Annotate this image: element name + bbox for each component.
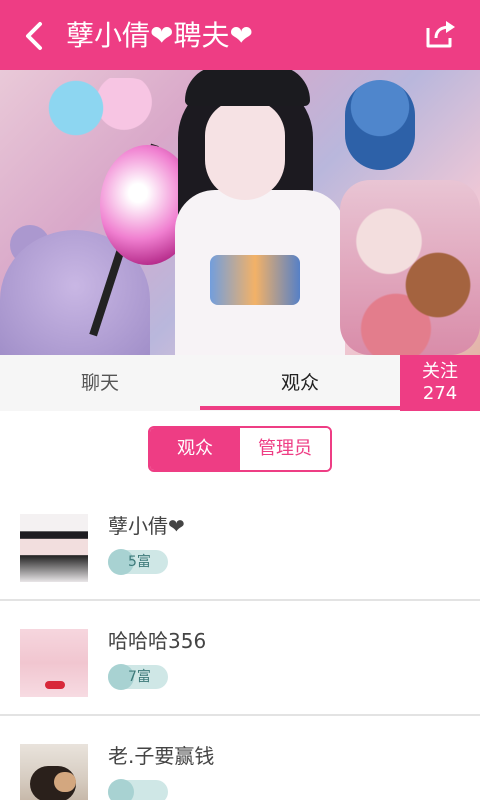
rank-badge: 7富 xyxy=(108,664,168,690)
tab-active-indicator xyxy=(200,406,400,410)
username: 老.子要赢钱 xyxy=(108,744,215,768)
top-bar: 孽小倩❤聘夫❤ xyxy=(0,0,480,70)
avatar xyxy=(20,629,88,697)
audience-segment-control: 观众 管理员 xyxy=(148,426,332,472)
page-title: 孽小倩❤聘夫❤ xyxy=(66,19,253,52)
avatar-detail xyxy=(45,681,65,689)
avatar-detail xyxy=(54,772,76,792)
share-icon xyxy=(426,21,455,48)
avatar xyxy=(20,514,88,582)
video-plush-pile xyxy=(340,180,480,355)
list-item[interactable]: 孽小倩❤ 5富 xyxy=(0,486,480,600)
video-streamer-cap xyxy=(185,70,310,106)
video-streamer-face xyxy=(205,100,285,200)
share-button[interactable] xyxy=(424,18,458,50)
avatar xyxy=(20,744,88,800)
username: 哈哈哈356 xyxy=(108,629,207,653)
tab-chat[interactable]: 聊天 xyxy=(0,355,200,411)
segment-audience-button[interactable]: 观众 xyxy=(150,428,240,470)
list-item[interactable]: 哈哈哈356 7富 xyxy=(0,601,480,715)
rank-badge xyxy=(108,779,168,800)
video-shirt-print xyxy=(210,255,300,305)
segment-admin-button[interactable]: 管理员 xyxy=(240,428,330,470)
follow-label: 关注 xyxy=(422,361,458,382)
video-balloons xyxy=(40,78,160,138)
username: 孽小倩❤ xyxy=(108,514,185,538)
rank-text: 7富 xyxy=(128,669,151,685)
follow-button[interactable]: 关注 274 xyxy=(400,355,480,411)
live-video[interactable] xyxy=(0,70,480,355)
rank-icon xyxy=(108,779,134,800)
tab-audience[interactable]: 观众 xyxy=(200,355,400,411)
rank-badge: 5富 xyxy=(108,549,168,575)
video-blue-plush xyxy=(345,80,415,170)
back-button[interactable] xyxy=(18,16,54,56)
chevron-left-icon xyxy=(26,22,42,50)
list-item[interactable]: 老.子要赢钱 xyxy=(0,716,480,800)
rank-text: 5富 xyxy=(128,554,151,570)
follow-count: 274 xyxy=(422,383,458,404)
